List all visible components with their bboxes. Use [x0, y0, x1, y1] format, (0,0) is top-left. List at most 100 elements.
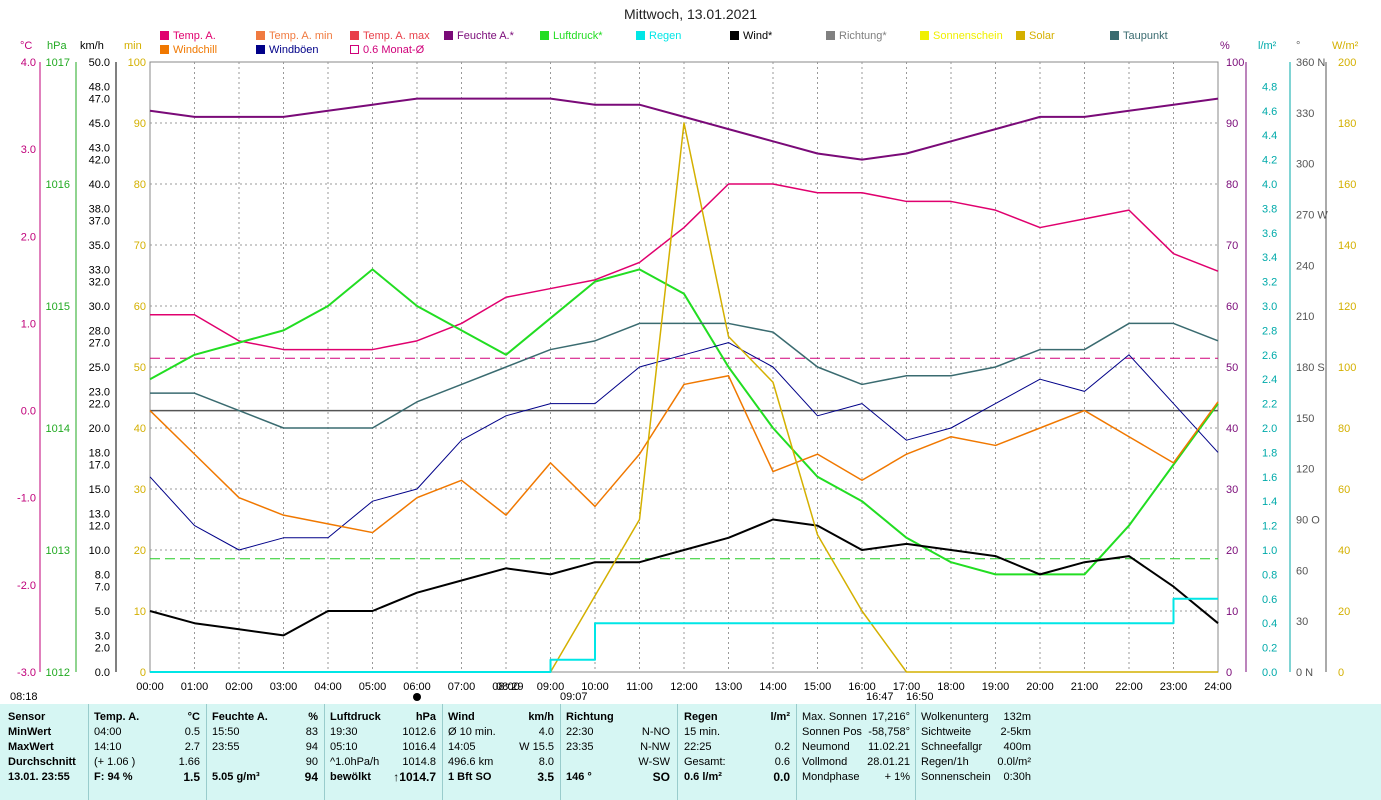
stats-header-label: Luftdruck [330, 711, 381, 723]
info-label: Neumond [802, 741, 850, 753]
stats-col-rain: Regen l/m² 15 min. 22:25 0.2 Gesamt: 0.6 0.6 l/… [684, 710, 790, 785]
stats-row: 19:30 1012.6 [330, 725, 436, 740]
wind-tick-label: 10.0 [89, 545, 110, 557]
temp-tick-label: 3.0 [21, 144, 36, 156]
stats-row: Gesamt: 0.6 [684, 755, 790, 770]
stats-cell-value: W-SW [638, 756, 670, 768]
time-tick-label: 14:00 [759, 681, 787, 693]
stats-cell-value: 0.2 [774, 741, 790, 753]
info-value: 2-5km [1000, 726, 1031, 738]
stats-cell-value: 94 [305, 741, 318, 753]
info-row: Vollmond 28.01.21 [802, 755, 910, 770]
wind-tick-label: 38.0 [89, 203, 110, 215]
stats-cell-label: 146 ° [566, 771, 592, 783]
wind-tick-label: 7.0 [95, 582, 110, 594]
rain-tick-label: 1.8 [1262, 447, 1277, 459]
stats-cell-value: 83 [305, 726, 318, 738]
stats-cell-value: N-NO [641, 726, 670, 738]
stats-cell-label: 22:30 [566, 726, 594, 738]
stats-row: 0.6 l/m² 0.0 [684, 770, 790, 785]
solar-tick-label: 80 [1338, 423, 1350, 435]
time-tick-label: 00:00 [136, 681, 164, 693]
solar-tick-label: 160 [1338, 179, 1356, 191]
wind-tick-label: 23.0 [89, 386, 110, 398]
rain-tick-label: 3.0 [1262, 301, 1277, 313]
rain-tick-label: 4.2 [1262, 155, 1277, 167]
stats-row: 146 ° SO [566, 770, 670, 785]
time-tick-label: 05:00 [359, 681, 387, 693]
stats-header-unit: l/m² [770, 711, 790, 723]
sun-time-marker: 16:47 [866, 691, 894, 703]
stats-cell-label: bewölkt [330, 771, 371, 783]
stats-row: 5.05 g/m³ 94 [212, 770, 318, 785]
wind-tick-label: 17.0 [89, 460, 110, 472]
stats-header: Feuchte A.% [212, 710, 318, 725]
sun-minutes-tick-label: 40 [134, 423, 146, 435]
stats-cell-label: 5.05 g/m³ [212, 771, 260, 783]
stats-cell-label: 05:10 [330, 741, 358, 753]
direction-tick-label: 90 O [1296, 515, 1320, 527]
wind-tick-label: 47.0 [89, 94, 110, 106]
time-tick-label: 15:00 [804, 681, 832, 693]
info-value: 400m [1003, 741, 1031, 753]
time-tick-label: 22:00 [1115, 681, 1143, 693]
sun-minutes-tick-label: 80 [134, 179, 146, 191]
stats-row: F: 94 % 1.5 [94, 770, 200, 785]
wind-tick-label: 27.0 [89, 338, 110, 350]
rain-tick-label: 2.4 [1262, 374, 1277, 386]
humidity-tick-label: 20 [1226, 545, 1238, 557]
stats-header: Richtung [566, 710, 670, 725]
rain-tick-label: 3.6 [1262, 228, 1277, 240]
rain-tick-label: 4.6 [1262, 106, 1277, 118]
humidity-tick-label: 30 [1226, 484, 1238, 496]
rain-tick-label: 2.6 [1262, 350, 1277, 362]
stats-header: Luftdruck hPa [330, 710, 436, 725]
stats-row: 14:10 2.7 [94, 740, 200, 755]
stats-cell-value: ↑1014.7 [393, 770, 436, 784]
stats-row: 22:30 N-NO [566, 725, 670, 740]
wind-tick-label: 37.0 [89, 216, 110, 228]
temp-tick-label: -3.0 [17, 667, 36, 679]
wind-tick-label: 28.0 [89, 325, 110, 337]
stats-cell-label: ^1.0hPa/h [330, 756, 380, 768]
direction-tick-label: 120 [1296, 464, 1314, 476]
temp-tick-label: -1.0 [17, 493, 36, 505]
info-value: 17,216° [871, 711, 910, 723]
info-row: Wolkenunterg 132m [921, 710, 1031, 725]
stats-header: Regen l/m² [684, 710, 790, 725]
info-label: Vollmond [802, 756, 848, 768]
stats-cell-label: 14:05 [448, 741, 476, 753]
sun-time-marker: 08:18 [10, 691, 38, 703]
time-tick-label: 12:00 [670, 681, 698, 693]
humidity-tick-label: 90 [1226, 118, 1238, 130]
wind-tick-label: 20.0 [89, 423, 110, 435]
solar-tick-label: 120 [1338, 301, 1356, 313]
stats-cell-label: 23:35 [566, 741, 594, 753]
stats-row: W-SW [566, 755, 670, 770]
stats-row: 15 min. [684, 725, 790, 740]
time-tick-label: 18:00 [937, 681, 965, 693]
info-row: Mondphase + 1% [802, 770, 910, 785]
stats-col-weather: Wolkenunterg 132m Sichtweite 2-5km Schneefal… [921, 710, 1031, 785]
wind-tick-label: 18.0 [89, 447, 110, 459]
solar-tick-label: 100 [1338, 362, 1356, 374]
time-tick-label: 11:00 [626, 681, 653, 693]
stats-row: 1 Bft SO 3.5 [448, 770, 554, 785]
stats-header-label: Feuchte A. [212, 711, 268, 723]
pressure-tick-label: 1014 [46, 423, 70, 435]
temp-tick-label: 4.0 [21, 57, 36, 69]
stats-cell-value: 1016.4 [402, 741, 436, 753]
time-tick-label: 07:00 [448, 681, 476, 693]
weather-chart: 00:00 01:00 02:00 03:00 04:00 05:00 06:00 07:00… [10, 57, 1356, 703]
solar-tick-label: 200 [1338, 57, 1356, 69]
stats-cell-value: 2.7 [184, 741, 200, 753]
direction-tick-label: 330 [1296, 108, 1314, 120]
time-tick-label: 04:00 [314, 681, 342, 693]
time-tick-label: 23:00 [1160, 681, 1188, 693]
info-row: Neumond 11.02.21 [802, 740, 910, 755]
direction-tick-label: 240 [1296, 260, 1314, 272]
stats-header-unit: °C [187, 711, 200, 723]
stats-cell-value: 1.66 [178, 756, 200, 768]
sun-minutes-tick-label: 30 [134, 484, 146, 496]
solar-tick-label: 60 [1338, 484, 1350, 496]
